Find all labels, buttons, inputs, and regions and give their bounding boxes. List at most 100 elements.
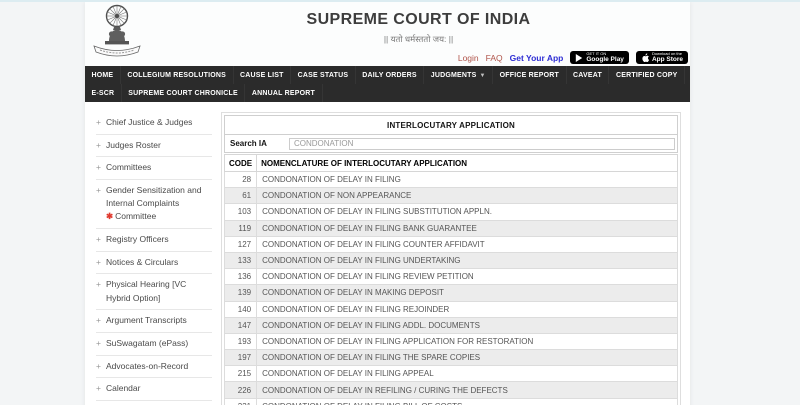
nav-item-e-scr[interactable]: E-SCR xyxy=(85,84,122,102)
nav-item-case-status[interactable]: CASE STATUS xyxy=(291,66,356,84)
main-nav: HOMECOLLEGIUM RESOLUTIONSCAUSE LISTCASE … xyxy=(85,66,690,102)
table-row: 119CONDONATION OF DELAY IN FILING BANK G… xyxy=(225,220,678,236)
ia-nomenclature: CONDONATION OF NON APPEARANCE xyxy=(257,188,678,204)
table-row: 197CONDONATION OF DELAY IN FILING THE SP… xyxy=(225,350,678,366)
plus-icon: + xyxy=(96,161,101,174)
ia-code: 133 xyxy=(225,252,257,268)
ia-code: 231 xyxy=(225,398,257,405)
sidebar-item-label: Physical Hearing [VC Hybrid Option] xyxy=(106,278,212,304)
plus-icon: + xyxy=(96,278,101,304)
nav-item-judgments[interactable]: JUDGMENTS▼ xyxy=(424,66,493,84)
nav-item-caveat[interactable]: CAVEAT xyxy=(567,66,610,84)
google-play-badge[interactable]: GET IT ON Google Play xyxy=(570,51,629,64)
ia-nomenclature: CONDONATION OF DELAY IN FILING ADDL. DOC… xyxy=(257,317,678,333)
sidebar-item-label: Notices & Circulars xyxy=(106,256,178,269)
table-row: 139CONDONATION OF DELAY IN MAKING DEPOSI… xyxy=(225,285,678,301)
nav-item-supreme-court-chronicle[interactable]: SUPREME COURT CHRONICLE xyxy=(122,84,246,102)
sidebar-item-registry-officers[interactable]: +Registry Officers xyxy=(96,229,212,252)
plus-icon: + xyxy=(96,337,101,350)
plus-icon: + xyxy=(96,360,101,373)
faq-link[interactable]: FAQ xyxy=(486,53,503,63)
nav-item-home[interactable]: HOME xyxy=(85,66,121,84)
main-content: INTERLOCUTARY APPLICATION Search IA CODE… xyxy=(219,102,690,405)
apple-icon xyxy=(641,53,649,62)
sidebar-item-label: Committees xyxy=(106,161,151,174)
sidebar-item-committees[interactable]: + Committees xyxy=(96,157,212,180)
sidebar-item-label: Advocates-on-Record xyxy=(106,360,188,373)
site-title: SUPREME COURT OF INDIA xyxy=(147,11,690,29)
nav-item-collegium-resolutions[interactable]: COLLEGIUM RESOLUTIONS xyxy=(121,66,234,84)
ia-panel: INTERLOCUTARY APPLICATION Search IA CODE… xyxy=(221,112,681,405)
table-row: 140CONDONATION OF DELAY IN FILING REJOIN… xyxy=(225,301,678,317)
table-row: 215CONDONATION OF DELAY IN FILING APPEAL xyxy=(225,366,678,382)
ia-code: 103 xyxy=(225,204,257,220)
ia-nomenclature: CONDONATION OF DELAY IN FILING THE SPARE… xyxy=(257,350,678,366)
get-your-app-link[interactable]: Get Your App xyxy=(510,53,564,63)
nav-item-annual-report[interactable]: ANNUAL REPORT xyxy=(245,84,322,102)
sidebar-item-physical-hearing-vc-hybrid-option[interactable]: +Physical Hearing [VC Hybrid Option] xyxy=(96,274,212,310)
ia-code: 136 xyxy=(225,269,257,285)
supreme-court-emblem-icon xyxy=(88,3,146,63)
panel-title: INTERLOCUTARY APPLICATION xyxy=(224,115,678,135)
ia-code: 61 xyxy=(225,188,257,204)
page-body: +Chief Justice & Judges+Judges Roster+Co… xyxy=(85,102,690,405)
sidebar-item-label: Gender Sensitization and Internal Compla… xyxy=(106,184,212,224)
sidebar-item-label: Judges Roster xyxy=(106,139,161,152)
sidebar-item-label: Registry Officers xyxy=(106,233,169,246)
table-row: 147CONDONATION OF DELAY IN FILING ADDL. … xyxy=(225,317,678,333)
ia-nomenclature: CONDONATION OF DELAY IN FILING SUBSTITUT… xyxy=(257,204,678,220)
nav-item-office-report[interactable]: OFFICE REPORT xyxy=(493,66,566,84)
sidebar-item-label: Chief Justice & Judges xyxy=(106,116,192,129)
search-ia-label: Search IA xyxy=(227,139,289,148)
sidebar-item-argument-transcripts[interactable]: + Argument Transcripts xyxy=(96,310,212,333)
ia-code: 215 xyxy=(225,366,257,382)
ia-code: 140 xyxy=(225,301,257,317)
code-column-header: CODE xyxy=(225,155,257,172)
ia-code: 147 xyxy=(225,317,257,333)
ia-nomenclature: CONDONATION OF DELAY IN FILING REVIEW PE… xyxy=(257,269,678,285)
ia-nomenclature: CONDONATION OF DELAY IN FILING xyxy=(257,172,678,188)
plus-icon: + xyxy=(96,314,101,327)
sidebar-item-notices-circulars[interactable]: + Notices & Circulars xyxy=(96,252,212,275)
red-new-marker-icon: ✱ xyxy=(106,211,113,221)
play-icon xyxy=(575,54,583,62)
sidebar-item-case-category[interactable]: +Case Category xyxy=(96,401,212,405)
ia-code: 139 xyxy=(225,285,257,301)
ia-nomenclature: CONDONATION OF DELAY IN REFILING / CURIN… xyxy=(257,382,678,398)
ia-nomenclature: CONDONATION OF DELAY IN FILING REJOINDER xyxy=(257,301,678,317)
ia-nomenclature: CONDONATION OF DELAY IN FILING APPLICATI… xyxy=(257,333,678,349)
ia-code: 193 xyxy=(225,333,257,349)
app-store-badge[interactable]: Download on the App Store xyxy=(636,51,688,64)
table-row: 127CONDONATION OF DELAY IN FILING COUNTE… xyxy=(225,236,678,252)
nav-item-e-filing[interactable]: E FILING xyxy=(685,66,690,84)
masthead: SUPREME COURT OF INDIA || यतो धर्मस्ततो … xyxy=(147,11,690,45)
table-row: 136CONDONATION OF DELAY IN FILING REVIEW… xyxy=(225,269,678,285)
nav-item-daily-orders[interactable]: DAILY ORDERS xyxy=(356,66,425,84)
table-row: 28CONDONATION OF DELAY IN FILING xyxy=(225,172,678,188)
sidebar-item-judges-roster[interactable]: +Judges Roster xyxy=(96,135,212,158)
sidebar-item-calendar[interactable]: +Calendar xyxy=(96,378,212,401)
site-header: SUPREME COURT OF INDIA || यतो धर्मस्ततो … xyxy=(85,2,690,66)
sidebar-item-chief-justice-judges[interactable]: +Chief Justice & Judges xyxy=(96,112,212,135)
table-row: 133CONDONATION OF DELAY IN FILING UNDERT… xyxy=(225,252,678,268)
ia-code: 119 xyxy=(225,220,257,236)
nav-item-cause-list[interactable]: CAUSE LIST xyxy=(234,66,292,84)
table-row: 226CONDONATION OF DELAY IN REFILING / CU… xyxy=(225,382,678,398)
sidebar-item-gender-sensitization-and-internal-complaints-committee[interactable]: +Gender Sensitization and Internal Compl… xyxy=(96,180,212,229)
nav-item-certified-copy[interactable]: CERTIFIED COPY xyxy=(609,66,685,84)
plus-icon: + xyxy=(96,382,101,395)
login-link[interactable]: Login xyxy=(458,53,479,63)
ia-nomenclature: CONDONATION OF DELAY IN MAKING DEPOSIT xyxy=(257,285,678,301)
sidebar-item-advocates-on-record[interactable]: + Advocates-on-Record xyxy=(96,356,212,379)
sidebar-item-label: Argument Transcripts xyxy=(106,314,187,327)
search-ia-input[interactable] xyxy=(289,138,675,150)
ia-code: 226 xyxy=(225,382,257,398)
sidebar-item-suswagatam-epass[interactable]: +SuSwagatam (ePass) xyxy=(96,333,212,356)
plus-icon: + xyxy=(96,256,101,269)
nomenclature-column-header: NOMENCLATURE OF INTERLOCUTARY APPLICATIO… xyxy=(257,155,678,172)
nav-row-1: HOMECOLLEGIUM RESOLUTIONSCAUSE LISTCASE … xyxy=(85,66,690,84)
ia-code: 127 xyxy=(225,236,257,252)
table-row: 193CONDONATION OF DELAY IN FILING APPLIC… xyxy=(225,333,678,349)
ia-code: 28 xyxy=(225,172,257,188)
ia-table: CODE NOMENCLATURE OF INTERLOCUTARY APPLI… xyxy=(224,154,678,405)
